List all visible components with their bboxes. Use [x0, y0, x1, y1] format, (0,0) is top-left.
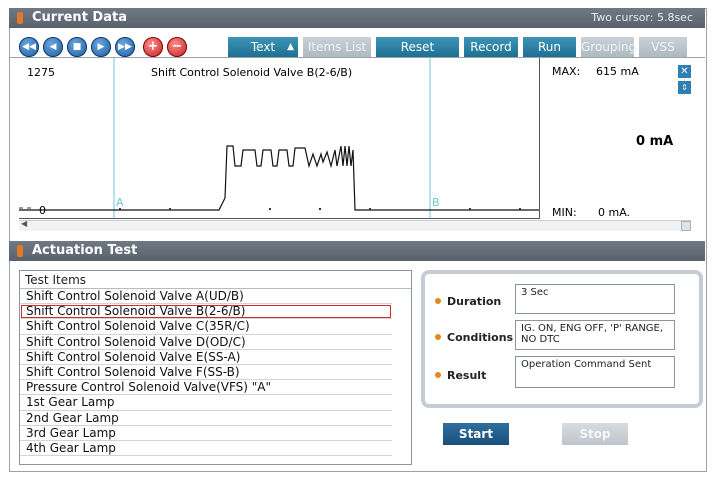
min-label: MIN: — [552, 206, 577, 219]
run-label: Run — [537, 40, 561, 54]
vss-button[interactable]: VSS — [639, 37, 687, 57]
record-button[interactable]: Record — [464, 37, 518, 57]
cursor-a-label[interactable]: A — [116, 196, 124, 209]
duration-label: Duration — [447, 295, 502, 308]
cursor-b-label[interactable]: B — [432, 196, 440, 209]
graph-horizontal-scrollbar[interactable]: ◀ — [19, 219, 691, 231]
list-item[interactable]: Shift Control Solenoid Valve D(OD/C) — [20, 335, 392, 350]
text-view-dropdown[interactable]: Text ▲ — [228, 37, 298, 57]
conditions-label: Conditions — [447, 331, 514, 344]
value-readout: MAX: 615 mA 0 mA MIN: 0 mA. ✕ ⇕ — [550, 58, 700, 219]
text-view-label: Text — [250, 40, 276, 54]
graph-zero-label: 0 — [39, 204, 46, 217]
test-items-list: Test Items Shift Control Solenoid Valve … — [19, 270, 412, 465]
titlebar-marker-icon — [17, 12, 23, 24]
remove-icon[interactable]: − — [167, 37, 187, 57]
current-data-title: Current Data — [32, 10, 127, 25]
bullet-icon — [435, 334, 441, 340]
graph-top-value: 1275 — [27, 66, 55, 79]
resize-icon[interactable]: ⇕ — [678, 81, 691, 94]
stop-icon[interactable]: ■ — [67, 37, 87, 57]
current-data-titlebar: Current Data Two cursor: 5.8sec — [9, 8, 705, 28]
min-value: 0 mA. — [598, 206, 631, 219]
start-button[interactable]: Start — [443, 423, 509, 445]
actuation-test-title: Actuation Test — [32, 243, 138, 258]
duration-label-wrap: Duration — [435, 295, 501, 308]
list-item[interactable]: Shift Control Solenoid Valve C(35R/C) — [20, 319, 392, 335]
record-label: Record — [470, 40, 512, 54]
rewind-icon[interactable]: ◀◀ — [19, 37, 39, 57]
bullet-icon — [435, 372, 441, 378]
fast-forward-icon[interactable]: ▶▶ — [115, 37, 135, 57]
grouping-label: Grouping — [581, 40, 637, 54]
list-item[interactable]: Shift Control Solenoid Valve F(SS-B) — [20, 365, 392, 381]
bullet-icon — [435, 298, 441, 304]
actuation-test-titlebar: Actuation Test — [9, 241, 705, 261]
reset-min-max-button[interactable]: Reset Min.Max — [376, 37, 459, 74]
titlebar-marker-icon — [17, 245, 23, 257]
scroll-left-icon[interactable]: ◀ — [21, 219, 27, 228]
duration-value: 3 Sec — [515, 284, 675, 314]
result-label: Result — [447, 369, 487, 382]
list-item[interactable]: Shift Control Solenoid Valve A(UD/B) — [20, 289, 392, 305]
graph-area: 1275 Shift Control Solenoid Valve B(2-6/… — [9, 57, 705, 231]
close-icon[interactable]: ✕ — [678, 65, 691, 78]
current-value: 0 mA — [636, 134, 674, 149]
conditions-value: IG. ON, ENG OFF, 'P' RANGE, NO DTC — [515, 320, 675, 350]
list-item-selected[interactable]: Shift Control Solenoid Valve B(2-6/B) — [20, 304, 392, 320]
list-item[interactable]: Pressure Control Solenoid Valve(VFS) "A" — [20, 380, 392, 396]
list-item[interactable]: 3rd Gear Lamp — [20, 426, 392, 441]
play-icon[interactable]: ▶ — [91, 37, 111, 57]
test-items-header: Test Items — [20, 271, 411, 289]
updown-icon: ▲ — [287, 42, 294, 52]
graph-signal-name: Shift Control Solenoid Valve B(2-6/B) — [151, 66, 353, 79]
max-label: MAX: — [552, 65, 581, 78]
conditions-label-wrap: Conditions — [435, 331, 513, 344]
result-label-wrap: Result — [435, 369, 486, 382]
add-icon[interactable]: + — [143, 37, 163, 57]
items-list-dropdown[interactable]: Items List — [303, 37, 371, 57]
signal-trace — [19, 145, 539, 211]
cursor-info: Two cursor: 5.8sec — [591, 11, 693, 24]
list-item[interactable]: 1st Gear Lamp — [20, 395, 392, 411]
grouping-button[interactable]: Grouping — [581, 37, 637, 57]
scroll-right-icon[interactable] — [681, 221, 691, 231]
items-list-label: Items List — [307, 40, 367, 54]
vss-label: VSS — [651, 40, 675, 54]
max-value: 615 mA — [596, 65, 639, 78]
step-back-icon[interactable]: ◀ — [43, 37, 63, 57]
test-info-panel: Duration 3 Sec Conditions IG. ON, ENG OF… — [421, 270, 703, 408]
stop-button[interactable]: Stop — [562, 423, 628, 445]
signal-plot[interactable]: 1275 Shift Control Solenoid Valve B(2-6/… — [19, 58, 540, 219]
list-item[interactable]: Shift Control Solenoid Valve E(SS-A) — [20, 350, 392, 365]
result-value: Operation Command Sent — [515, 356, 675, 388]
run-dropdown[interactable]: Run — [523, 37, 576, 57]
list-item[interactable]: 2nd Gear Lamp — [20, 411, 392, 426]
list-item[interactable]: 4th Gear Lamp — [20, 441, 392, 457]
